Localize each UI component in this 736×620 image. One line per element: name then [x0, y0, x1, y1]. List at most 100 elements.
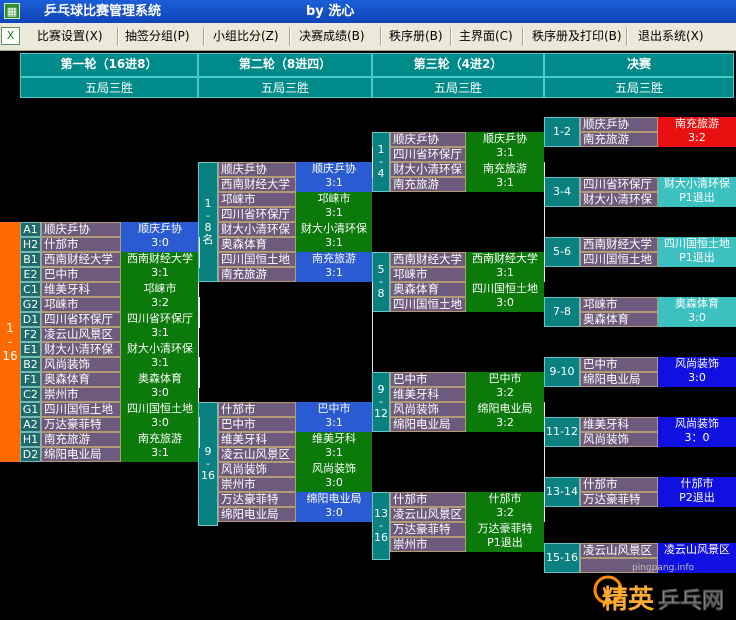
match-result[interactable]: 风尚装饰 3：0	[658, 417, 736, 447]
bracket-line	[198, 282, 199, 402]
bracket-line	[199, 237, 200, 268]
bracket-line	[199, 297, 200, 328]
match-score: 3:1	[325, 446, 343, 459]
team-name: 什邡市	[41, 237, 121, 252]
winner-name: 南充旅游	[138, 432, 182, 445]
match-result[interactable]: 绵阳电业局 3:0	[296, 492, 372, 522]
match-result[interactable]: 南充旅游 3:2	[658, 117, 736, 147]
match-result[interactable]: 邛崃市 3:1	[296, 192, 372, 222]
menu-item-2[interactable]: 小组比分(Z)	[213, 28, 279, 44]
team-name: 维美牙科	[390, 387, 466, 402]
team-name: 顺庆乒协	[41, 222, 121, 237]
bracket-line	[544, 162, 545, 222]
match-score: 3:2	[496, 506, 514, 519]
round-header-2: 第三轮（4进2）	[372, 53, 544, 77]
match-result[interactable]: 南充旅游 3:1	[121, 432, 199, 462]
team-name: 顺庆乒协	[218, 162, 296, 177]
seed-code: B2	[20, 357, 41, 372]
placement-label: 15-16	[544, 543, 580, 573]
menu-item-3[interactable]: 决赛成绩(B)	[299, 28, 365, 44]
match-result[interactable]: 巴中市 3:2	[466, 372, 544, 402]
match-result[interactable]: 什邡市 P2退出	[658, 477, 736, 507]
match-result[interactable]: 财大小清环保 P1退出	[658, 177, 736, 207]
match-score: 3:1	[496, 176, 514, 189]
team-name: 财大小清环保	[390, 162, 466, 177]
seed-code: D2	[20, 447, 41, 462]
bracket-line	[544, 462, 545, 522]
match-result[interactable]: 顺庆乒协 3:1	[296, 162, 372, 192]
match-score: 3:1	[151, 326, 169, 339]
menu-item-7[interactable]: 退出系统(X)	[638, 28, 704, 44]
match-score: 3:1	[496, 266, 514, 279]
seed-code: C2	[20, 387, 41, 402]
winner-name: 顺庆乒协	[312, 162, 356, 175]
team-name: 邛崃市	[390, 267, 466, 282]
match-result[interactable]: 巴中市 3:1	[296, 402, 372, 432]
menu-item-6[interactable]: 秩序册及打印(B)	[532, 28, 622, 44]
menu-item-1[interactable]: 抽签分组(P)	[125, 28, 190, 44]
team-name: 巴中市	[390, 372, 466, 387]
winner-name: 绵阳电业局	[306, 492, 362, 505]
bracket-line	[199, 357, 200, 388]
match-result[interactable]: 风尚装饰 3:0	[658, 357, 736, 387]
placement-label: 7-8	[544, 297, 580, 327]
winner-name: 财大小清环保	[301, 222, 367, 235]
match-score: 3:0	[151, 236, 169, 249]
match-result[interactable]: 邛崃市 3:2	[121, 282, 199, 312]
match-result[interactable]: 顺庆乒协 3:1	[466, 132, 544, 162]
team-name: 维美牙科	[41, 282, 121, 297]
match-result[interactable]: 四川省环保厅 3:1	[121, 312, 199, 342]
round-header-1: 第二轮（8进四）	[198, 53, 372, 77]
watermark-logo: 精英 乒乓网 pingpang.info	[588, 556, 736, 620]
match-result[interactable]: 维美牙科 3:1	[296, 432, 372, 462]
menu-item-4[interactable]: 秩序册(B)	[389, 28, 443, 44]
group-label-1-8: 1-8名	[198, 162, 218, 282]
team-name: 奥森体育	[218, 237, 296, 252]
winner-name: 南充旅游	[483, 162, 527, 175]
match-result[interactable]: 绵阳电业局 3:2	[466, 402, 544, 432]
match-result[interactable]: 南充旅游 3:1	[466, 162, 544, 192]
team-name: 崇州市	[218, 477, 296, 492]
match-result[interactable]: 四川国恒土地 P1退出	[658, 237, 736, 267]
round-format-3: 五局三胜	[544, 77, 734, 98]
match-result[interactable]: 财大小清环保 3:1	[296, 222, 372, 252]
team-name: 风尚装饰	[218, 462, 296, 477]
match-result[interactable]: 风尚装饰 3:0	[296, 462, 372, 492]
winner-name: 南充旅游	[312, 252, 356, 265]
match-result[interactable]: 南充旅游 3:1	[296, 252, 372, 282]
menu-item-0[interactable]: 比赛设置(X)	[37, 28, 103, 44]
seed-code: D1	[20, 312, 41, 327]
match-score: 3:0	[496, 296, 514, 309]
match-result[interactable]: 西南财经大学 3:1	[466, 252, 544, 282]
match-result[interactable]: 奥森体育 3:0	[121, 372, 199, 402]
team-name: 巴中市	[41, 267, 121, 282]
match-score: 3:1	[151, 266, 169, 279]
match-result[interactable]: 四川国恒土地 3:0	[121, 402, 199, 432]
match-result[interactable]: 财大小清环保 3:1	[121, 342, 199, 372]
match-result[interactable]: 四川国恒土地 3:0	[466, 282, 544, 312]
team-name: 凌云山风景区	[41, 327, 121, 342]
match-result[interactable]: 奥森体育 3:0	[658, 297, 736, 327]
group-label-13-16: 13-16	[372, 492, 390, 560]
title-bar[interactable]: ▦ 乒乓球比赛管理系统 by 洗心	[0, 0, 736, 23]
match-score: 3:1	[496, 146, 514, 159]
seed-code: H2	[20, 237, 41, 252]
match-result[interactable]: 西南财经大学 3:1	[121, 252, 199, 282]
match-result[interactable]: 什邡市 3:2	[466, 492, 544, 522]
placement-label: 1-2	[544, 117, 580, 147]
menu-item-5[interactable]: 主界面(C)	[459, 28, 513, 44]
match-score: 3:1	[151, 356, 169, 369]
match-result[interactable]: 万达豪菲特 P1退出	[466, 522, 544, 552]
group-label-5-8: 5-8	[372, 252, 390, 312]
winner-name: 四川国恒土地	[664, 237, 730, 250]
winner-name: 奥森体育	[675, 297, 719, 310]
placement-label: 9-10	[544, 357, 580, 387]
match-score: 3:1	[325, 206, 343, 219]
team-name: 四川国恒土地	[390, 297, 466, 312]
seed-code: F1	[20, 372, 41, 387]
round-header-0: 第一轮（16进8）	[20, 53, 198, 77]
match-result[interactable]: 顺庆乒协 3:0	[121, 222, 199, 252]
app-window: ▦ 乒乓球比赛管理系统 by 洗心 X 比赛设置(X) 抽签分组(P) 小组比分(Z…	[0, 0, 736, 620]
team-name: 凌云山风景区	[218, 447, 296, 462]
match-score: 3:0	[325, 476, 343, 489]
